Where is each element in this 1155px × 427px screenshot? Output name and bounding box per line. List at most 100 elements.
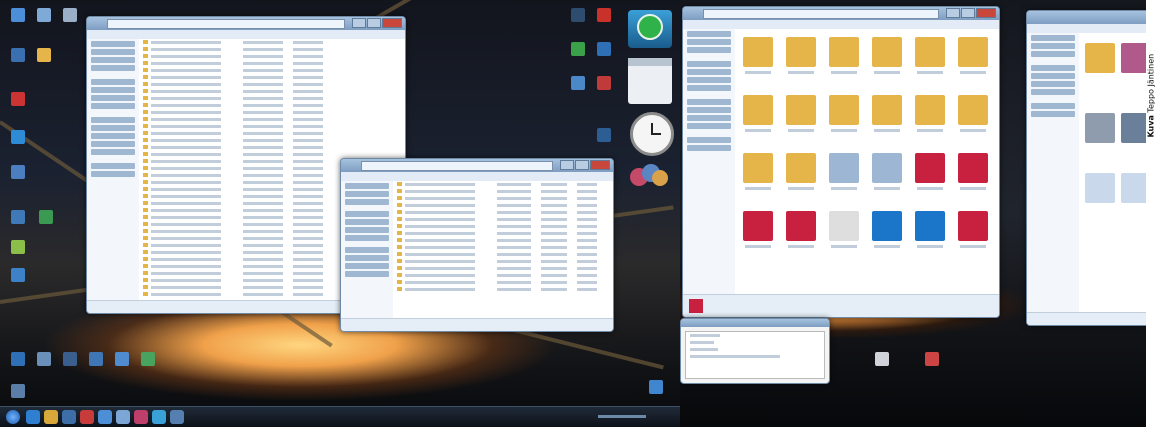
- list-item[interactable]: [143, 138, 401, 144]
- minimize-button[interactable]: [946, 8, 960, 18]
- taskbar-app-icon[interactable]: [170, 410, 184, 424]
- app-icon[interactable]: [2, 384, 34, 404]
- pdf-icon[interactable]: [588, 8, 620, 28]
- navigation-pane[interactable]: [341, 181, 394, 319]
- excel-icon[interactable]: [30, 210, 62, 230]
- list-item[interactable]: [143, 47, 401, 53]
- folder-file-icon[interactable]: [786, 37, 816, 67]
- app-icon[interactable]: [866, 352, 898, 372]
- list-item[interactable]: [143, 61, 401, 67]
- image-file-icon[interactable]: [872, 153, 902, 183]
- app-icon[interactable]: [640, 380, 672, 400]
- list-item[interactable]: [397, 273, 609, 279]
- close-button[interactable]: [590, 160, 610, 170]
- maximize-button[interactable]: [961, 8, 975, 18]
- title-bar[interactable]: [681, 319, 829, 327]
- list-item[interactable]: [397, 287, 609, 293]
- app-icon[interactable]: [2, 240, 34, 260]
- folder-file-icon[interactable]: [743, 95, 773, 125]
- image-file-icon[interactable]: [1121, 113, 1146, 143]
- folder-file-icon[interactable]: [915, 37, 945, 67]
- list-item[interactable]: [143, 131, 401, 137]
- photoshop-file-icon[interactable]: [872, 211, 902, 241]
- close-button[interactable]: [976, 8, 996, 18]
- system-tray[interactable]: [598, 415, 646, 418]
- taskbar[interactable]: [0, 406, 680, 427]
- list-item[interactable]: [143, 96, 401, 102]
- list-item[interactable]: [397, 238, 609, 244]
- photo-gadget[interactable]: [630, 160, 670, 190]
- recycle-bin-icon[interactable]: [54, 8, 86, 28]
- minimize-button[interactable]: [352, 18, 366, 28]
- explorer-window-icons[interactable]: [682, 6, 1000, 318]
- maximize-button[interactable]: [575, 160, 589, 170]
- list-item[interactable]: [397, 210, 609, 216]
- list-item[interactable]: [397, 252, 609, 258]
- folder-file-icon[interactable]: [786, 95, 816, 125]
- folder-icon[interactable]: [28, 48, 60, 68]
- list-item[interactable]: [143, 40, 401, 46]
- list-item[interactable]: [143, 145, 401, 151]
- folder-icon[interactable]: [1085, 43, 1115, 73]
- file-icon-grid[interactable]: [1079, 33, 1146, 313]
- indesign-file-icon[interactable]: [743, 211, 773, 241]
- taskbar-explorer-icon[interactable]: [44, 410, 58, 424]
- app-icon[interactable]: [588, 42, 620, 62]
- calendar-gadget[interactable]: [628, 58, 672, 104]
- list-item[interactable]: [397, 217, 609, 223]
- media-icon[interactable]: [2, 92, 34, 112]
- list-item[interactable]: [143, 82, 401, 88]
- app-icon[interactable]: [916, 352, 948, 372]
- text-area[interactable]: [685, 331, 825, 379]
- list-item[interactable]: [143, 68, 401, 74]
- list-item[interactable]: [397, 196, 609, 202]
- folder-file-icon[interactable]: [958, 37, 988, 67]
- list-item[interactable]: [397, 182, 609, 188]
- list-item[interactable]: [143, 117, 401, 123]
- close-button[interactable]: [382, 18, 402, 28]
- document-icon[interactable]: [2, 165, 34, 185]
- taskbar-app-icon[interactable]: [134, 410, 148, 424]
- app-icon[interactable]: [588, 76, 620, 96]
- browser-icon[interactable]: [2, 130, 34, 150]
- folder-file-icon[interactable]: [958, 95, 988, 125]
- list-item[interactable]: [397, 224, 609, 230]
- indesign-file-icon[interactable]: [786, 211, 816, 241]
- list-item[interactable]: [397, 231, 609, 237]
- folder-file-icon[interactable]: [743, 37, 773, 67]
- explorer-window-secondary[interactable]: [340, 158, 614, 332]
- clock-gadget[interactable]: [630, 112, 674, 156]
- list-item[interactable]: [397, 266, 609, 272]
- list-item[interactable]: [143, 124, 401, 130]
- list-item[interactable]: [143, 75, 401, 81]
- text-window[interactable]: [680, 318, 830, 384]
- list-item[interactable]: [143, 89, 401, 95]
- maximize-button[interactable]: [367, 18, 381, 28]
- app-icon[interactable]: [132, 352, 164, 372]
- folder-file-icon[interactable]: [786, 153, 816, 183]
- file-list[interactable]: [393, 181, 613, 319]
- image-file-icon[interactable]: [1121, 173, 1146, 203]
- list-item[interactable]: [143, 103, 401, 109]
- taskbar-app-icon[interactable]: [80, 410, 94, 424]
- explorer-window-partial[interactable]: [1026, 10, 1146, 326]
- image-file-icon[interactable]: [829, 153, 859, 183]
- title-bar[interactable]: [683, 7, 999, 20]
- list-item[interactable]: [143, 110, 401, 116]
- list-item[interactable]: [397, 245, 609, 251]
- taskbar-app-icon[interactable]: [152, 410, 166, 424]
- image-file-icon[interactable]: [1085, 173, 1115, 203]
- taskbar-ie-icon[interactable]: [26, 410, 40, 424]
- list-item[interactable]: [397, 280, 609, 286]
- title-bar[interactable]: [1027, 11, 1146, 24]
- navigation-pane[interactable]: [87, 39, 140, 301]
- start-button[interactable]: [6, 410, 20, 424]
- image-file-icon[interactable]: [1121, 43, 1146, 73]
- navigation-pane[interactable]: [683, 29, 736, 305]
- taskbar-app-icon[interactable]: [98, 410, 112, 424]
- list-item[interactable]: [397, 189, 609, 195]
- list-item[interactable]: [397, 259, 609, 265]
- file-icon-grid[interactable]: [735, 29, 999, 305]
- indesign-file-icon[interactable]: [915, 153, 945, 183]
- title-bar[interactable]: [341, 159, 613, 172]
